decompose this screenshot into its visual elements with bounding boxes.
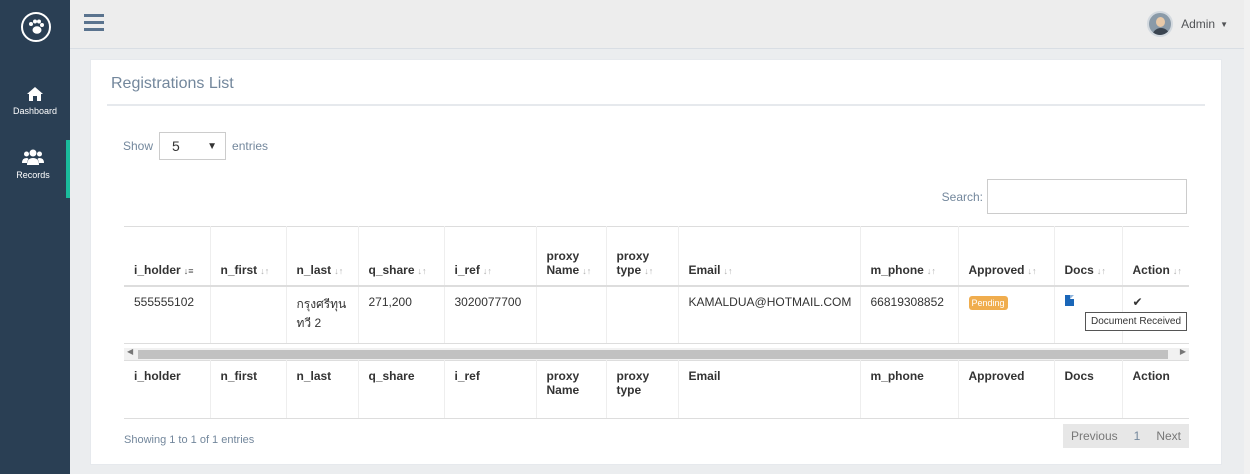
col-n-last[interactable]: n_last ↓↑	[286, 226, 359, 287]
sidebar-item-records[interactable]: Records	[0, 140, 70, 198]
registrations-table: i_holder ↓≡ n_first ↓↑ n_last ↓↑ q_share ↓↑ …	[124, 226, 1189, 344]
search-control: Search:	[942, 179, 1187, 214]
col-n-first[interactable]: n_first ↓↑	[210, 226, 287, 287]
col-email[interactable]: Email ↓↑	[678, 226, 861, 287]
table-row: 555555102 กรุงศรีทุนทวี 2 271,200 302007…	[124, 285, 1189, 344]
avatar	[1147, 11, 1174, 37]
next-button[interactable]: Next	[1148, 429, 1189, 443]
col-approved[interactable]: Approved ↓↑	[958, 226, 1055, 287]
home-icon	[26, 87, 44, 104]
cell-approved: Pending	[958, 285, 1055, 344]
sort-icon: ↓↑	[482, 265, 492, 276]
sidebar-item-label: Dashboard	[12, 106, 58, 116]
show-label: Show	[123, 139, 154, 153]
cell-email: KAMALDUA@HOTMAIL.COM	[678, 285, 861, 344]
entries-label: entries	[232, 139, 269, 153]
chevron-down-icon: ▼	[207, 140, 218, 152]
menu-toggle-icon[interactable]	[84, 14, 104, 35]
user-name: Admin	[1181, 17, 1216, 31]
divider	[107, 104, 1205, 106]
sidebar-item-label: Records	[16, 170, 50, 180]
scrollbar-thumb[interactable]	[138, 350, 1168, 359]
col-q-share[interactable]: q_share ↓↑	[358, 226, 445, 287]
cell-proxy-name	[536, 285, 607, 344]
entries-length-control: Show 5 ▼ entries	[123, 132, 268, 160]
table-scrollbar[interactable]: ◀ ▶	[124, 347, 1189, 360]
pagination: Previous 1 Next	[1062, 424, 1189, 448]
foot-i-holder: i_holder	[124, 360, 211, 419]
foot-i-ref: i_ref	[444, 360, 537, 419]
table-footer: i_holder n_first n_last q_share i_ref pr…	[124, 360, 1189, 419]
user-menu[interactable]: Admin ▼	[1147, 11, 1228, 37]
sort-icon: ↓↑	[260, 265, 270, 276]
sort-icon: ↓↑	[417, 265, 427, 276]
scroll-left-icon[interactable]: ◀	[127, 347, 133, 356]
scroll-right-icon[interactable]: ▶	[1180, 347, 1186, 356]
foot-action: Action	[1122, 360, 1189, 419]
foot-n-first: n_first	[210, 360, 287, 419]
paw-logo-icon[interactable]	[21, 12, 51, 42]
check-icon[interactable]: ✔	[1133, 295, 1143, 309]
entries-select[interactable]: 5 ▼	[159, 132, 227, 160]
sort-icon: ↓↑	[1172, 265, 1182, 276]
topbar: Admin ▼	[70, 0, 1250, 49]
col-action[interactable]: Action ↓↑	[1122, 226, 1189, 287]
col-i-ref[interactable]: i_ref ↓↑	[444, 226, 537, 287]
cell-n-last: กรุงศรีทุนทวี 2	[286, 285, 359, 344]
caret-down-icon: ▼	[1220, 19, 1228, 29]
registrations-panel: Registrations List Show 5 ▼ entries Sear…	[90, 59, 1222, 465]
cell-i-ref: 3020077700	[444, 285, 537, 344]
footer-row: i_holder n_first n_last q_share i_ref pr…	[124, 360, 1189, 419]
sort-icon: ↓↑	[926, 265, 936, 276]
sort-icon: ↓↑	[334, 265, 344, 276]
foot-q-share: q_share	[358, 360, 445, 419]
col-i-holder[interactable]: i_holder ↓≡	[124, 226, 211, 287]
document-icon[interactable]	[1064, 294, 1074, 306]
search-label: Search:	[941, 189, 983, 204]
cell-proxy-type	[606, 285, 679, 344]
cell-m-phone: 66819308852	[860, 285, 959, 344]
foot-m-phone: m_phone	[860, 360, 959, 419]
entries-value: 5	[172, 138, 180, 154]
cell-q-share: 271,200	[358, 285, 445, 344]
page-button[interactable]: 1	[1126, 429, 1149, 443]
previous-button[interactable]: Previous	[1063, 429, 1126, 443]
sort-icon: ↓↑	[1027, 265, 1037, 276]
sort-icon: ↓↑	[644, 265, 654, 276]
header-row: i_holder ↓≡ n_first ↓↑ n_last ↓↑ q_share ↓↑ …	[124, 226, 1189, 287]
cell-n-first	[210, 285, 287, 344]
col-proxy-name[interactable]: proxy Name ↓↑	[536, 226, 607, 287]
sort-desc-icon: ↓≡	[183, 265, 194, 276]
search-input[interactable]	[987, 179, 1187, 214]
table-info: Showing 1 to 1 of 1 entries	[124, 434, 255, 446]
sort-icon: ↓↑	[723, 265, 733, 276]
col-docs[interactable]: Docs ↓↑	[1054, 226, 1123, 287]
foot-proxy-type: proxy type	[606, 360, 679, 419]
status-badge: Pending	[968, 295, 1008, 310]
sidebar-item-dashboard[interactable]: Dashboard	[0, 86, 70, 116]
col-proxy-type[interactable]: proxy type ↓↑	[606, 226, 679, 287]
tooltip: Document Received	[1085, 312, 1188, 331]
table-footer-scroll: i_holder n_first n_last q_share i_ref pr…	[124, 360, 1189, 420]
cell-i-holder: 555555102	[124, 285, 211, 344]
foot-docs: Docs	[1054, 360, 1123, 419]
sort-icon: ↓↑	[1096, 265, 1106, 276]
foot-n-last: n_last	[286, 360, 359, 419]
foot-approved: Approved	[958, 360, 1055, 419]
col-m-phone[interactable]: m_phone ↓↑	[860, 226, 959, 287]
sort-icon: ↓↑	[582, 265, 592, 276]
page-scrollbar[interactable]	[1244, 0, 1250, 474]
users-icon	[22, 149, 44, 168]
foot-proxy-name: proxy Name	[536, 360, 607, 419]
sidebar: Dashboard Records	[0, 0, 70, 474]
foot-email: Email	[678, 360, 861, 419]
page-title: Registrations List	[111, 75, 234, 92]
